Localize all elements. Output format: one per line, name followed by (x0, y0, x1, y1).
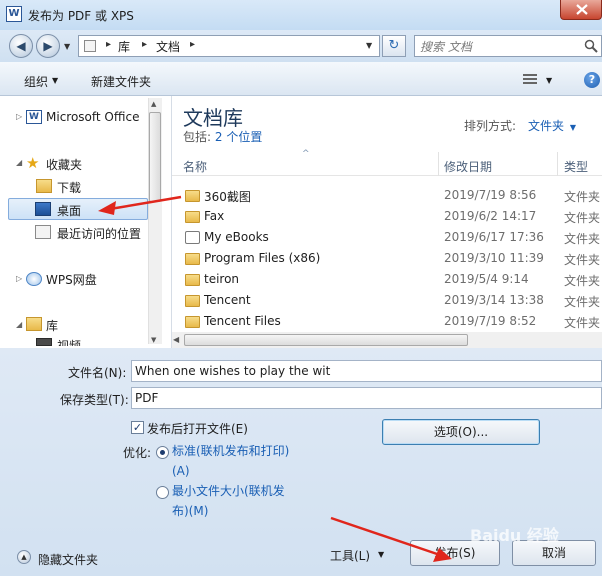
red-arrow-icon (330, 516, 452, 562)
annotation-arrows (98, 195, 452, 562)
red-arrow-icon (98, 195, 182, 215)
